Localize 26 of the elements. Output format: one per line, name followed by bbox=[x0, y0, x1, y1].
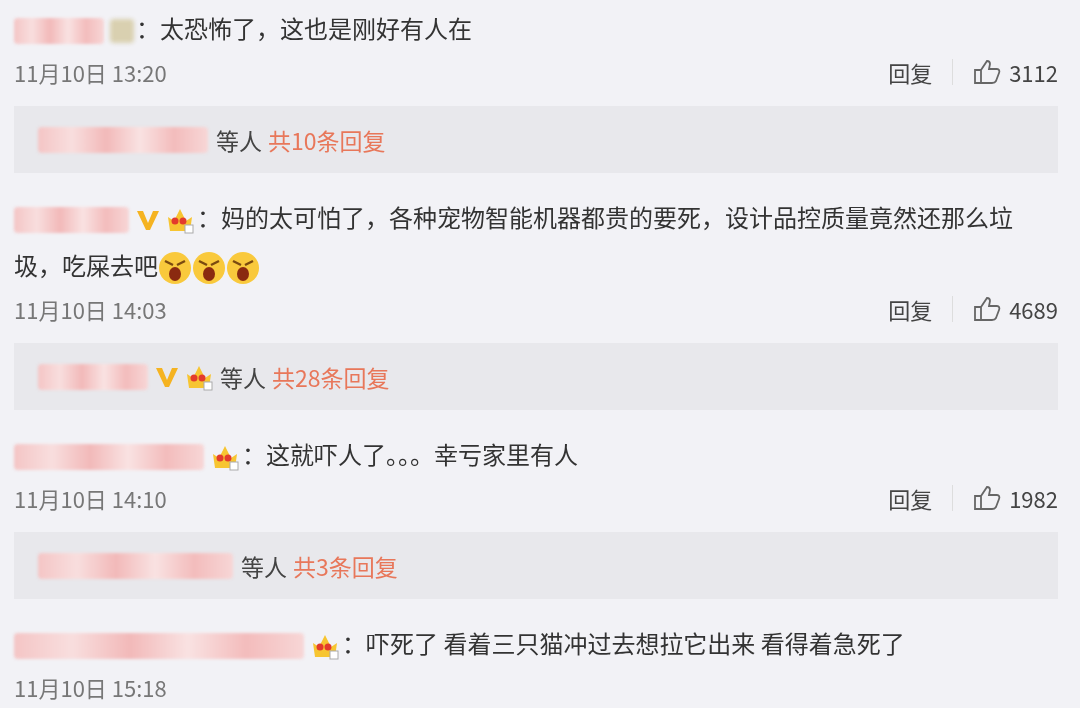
like-count: 3112 bbox=[1009, 56, 1058, 88]
thumbs-up-icon[interactable] bbox=[973, 59, 1002, 85]
comment-text: ：太恐怖了，这也是刚好有人在 bbox=[136, 10, 472, 45]
comment-text: ：吓死了 看着三只猫冲过去想拉它出来 看得着急死了 bbox=[342, 625, 905, 660]
thumbs-up-icon[interactable] bbox=[973, 296, 1002, 322]
like-count: 1982 bbox=[1009, 482, 1058, 514]
comment-text: 圾，吃屎去吧 bbox=[14, 247, 158, 282]
angry-face-icon bbox=[226, 251, 260, 286]
comment-time: 11月10日 13:20 bbox=[14, 56, 168, 88]
reply-link[interactable]: 回复 bbox=[888, 482, 933, 514]
others-label: 等人 bbox=[241, 548, 287, 583]
verified-icon bbox=[135, 208, 161, 233]
reply-link[interactable]: 回复 bbox=[888, 56, 933, 88]
like-count: 4689 bbox=[1009, 293, 1058, 325]
angry-face-icon bbox=[192, 251, 226, 286]
comment-text: ：这就吓人了。。。幸亏家里有人 bbox=[242, 436, 578, 471]
thumbs-up-icon[interactable] bbox=[973, 485, 1002, 511]
angry-face-icon bbox=[158, 251, 192, 286]
comment-time: 11月10日 15:18 bbox=[14, 671, 168, 703]
comment-text: ：妈的太可怕了，各种宠物智能机器都贵的要死，设计品控质量竟然还那么垃 bbox=[197, 199, 1013, 234]
reply-link[interactable]: 回复 bbox=[888, 293, 933, 325]
others-label: 等人 bbox=[220, 359, 266, 394]
blurred-badge-icon bbox=[110, 19, 134, 44]
comment-time: 11月10日 14:03 bbox=[14, 293, 168, 325]
comment-time: 11月10日 14:10 bbox=[14, 482, 168, 514]
others-label: 等人 bbox=[216, 122, 262, 157]
